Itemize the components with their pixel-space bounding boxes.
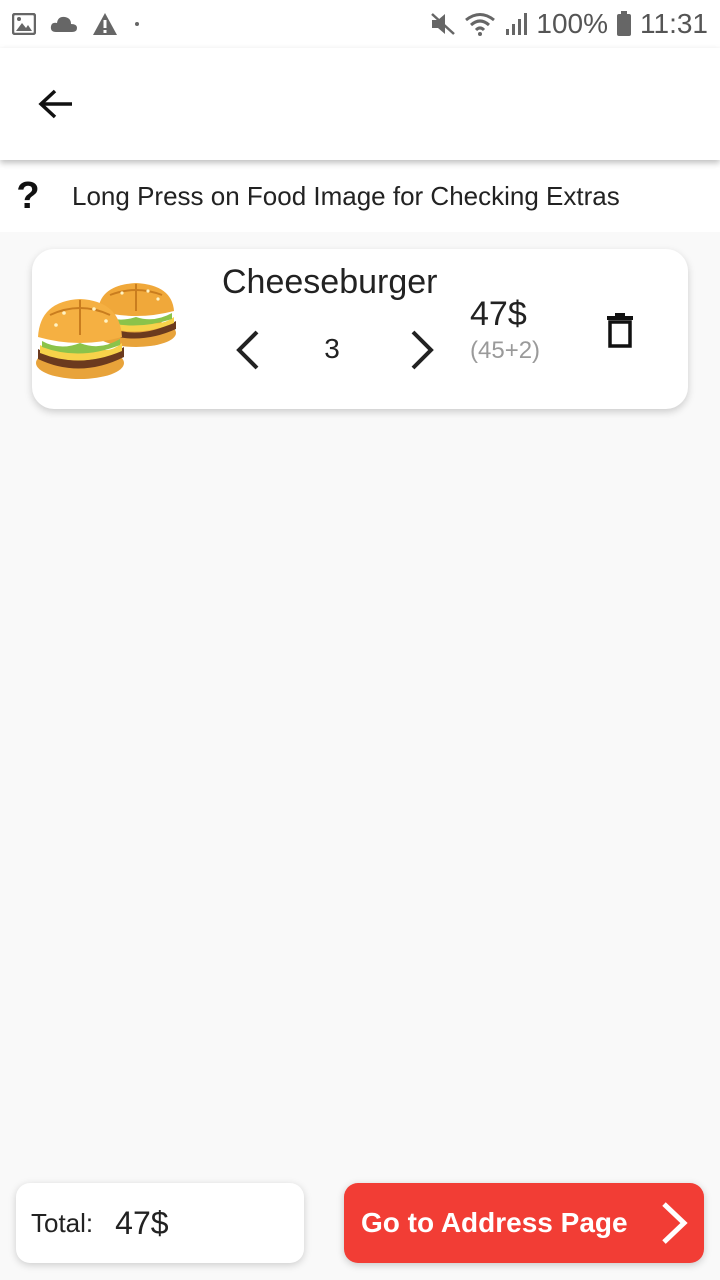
clock: 11:31 <box>640 8 708 39</box>
battery-percent: 100% <box>536 8 608 39</box>
warning-icon <box>93 13 117 35</box>
food-name: Cheeseburger <box>222 263 438 301</box>
signal-icon <box>506 13 528 35</box>
image-icon <box>12 13 36 35</box>
back-button[interactable] <box>24 72 88 136</box>
status-right-icons: 100% 11:31 <box>430 8 708 40</box>
mute-icon <box>431 13 456 35</box>
cart-item-card: Cheeseburger 3 47$ (45+2) <box>32 249 688 409</box>
delete-item-button[interactable] <box>592 305 648 355</box>
total-box: Total: 47$ <box>16 1183 304 1263</box>
food-image[interactable] <box>36 277 180 381</box>
arrow-back-icon <box>38 89 72 119</box>
extras-hint: ? Long Press on Food Image for Checking … <box>0 160 720 232</box>
status-bar: 100% 11:31 <box>0 0 720 48</box>
decrease-quantity-button[interactable] <box>224 325 272 375</box>
help-icon: ? <box>16 174 40 217</box>
cheeseburger-image <box>36 283 176 379</box>
item-price: 47$ <box>470 295 527 333</box>
quantity-value: 3 <box>324 333 340 364</box>
chevron-right-icon <box>411 330 434 370</box>
app-bar <box>0 48 720 160</box>
trash-icon <box>607 313 633 348</box>
increase-quantity-button[interactable] <box>398 325 446 375</box>
chevron-left-icon <box>236 330 259 370</box>
go-to-address-button[interactable]: Go to Address Page <box>344 1183 704 1263</box>
total-label: Total: <box>31 1207 94 1238</box>
wifi-icon <box>465 13 496 36</box>
hint-text: Long Press on Food Image for Checking Ex… <box>72 180 620 211</box>
item-price-breakdown: (45+2) <box>470 337 541 364</box>
chevron-right-icon <box>662 1202 688 1244</box>
total-value: 47$ <box>115 1204 169 1241</box>
cart-screen: 100% 11:31 ? Long Press on Food Image fo… <box>0 0 720 1280</box>
dot-icon <box>135 22 139 26</box>
battery-icon <box>617 11 631 36</box>
status-left-icons <box>12 12 142 36</box>
cloud-icon <box>50 16 77 32</box>
address-button-label: Go to Address Page <box>361 1207 628 1238</box>
